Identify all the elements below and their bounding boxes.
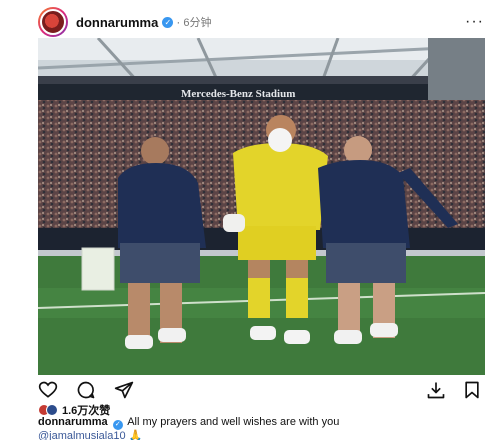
post-photo[interactable]: Mercedes-Benz Stadium [38,38,485,375]
caption: donnarumma ✓ All my prayers and well wis… [38,416,484,440]
stadium-sign: Mercedes-Benz Stadium [181,88,295,100]
username[interactable]: donnarumma [76,15,158,30]
post-time: 6分钟 [183,17,212,29]
verified-icon: ✓ [162,16,174,28]
pray-emoji: 🙏 [128,430,143,440]
heart-icon[interactable] [38,380,58,400]
post-header: donnarumma ✓ · 6分钟 ··· [38,7,484,37]
more-icon[interactable]: ··· [465,14,484,30]
caption-text: All my prayers and well wishes are with … [127,416,340,428]
liker-avatar [46,404,58,416]
download-icon[interactable] [426,380,446,400]
caption-username[interactable]: donnarumma [38,416,108,428]
instagram-post: donnarumma ✓ · 6分钟 ··· Mercedes-Benz Sta… [0,0,500,440]
action-bar [38,380,484,400]
caption-mention[interactable]: @jamalmusiala10 [38,430,126,440]
verified-icon: ✓ [112,420,123,430]
comment-icon[interactable] [76,380,96,400]
share-icon[interactable] [114,380,134,400]
separator-dot: · [176,15,181,29]
user-avatar[interactable] [38,7,68,37]
bookmark-icon[interactable] [462,380,482,400]
